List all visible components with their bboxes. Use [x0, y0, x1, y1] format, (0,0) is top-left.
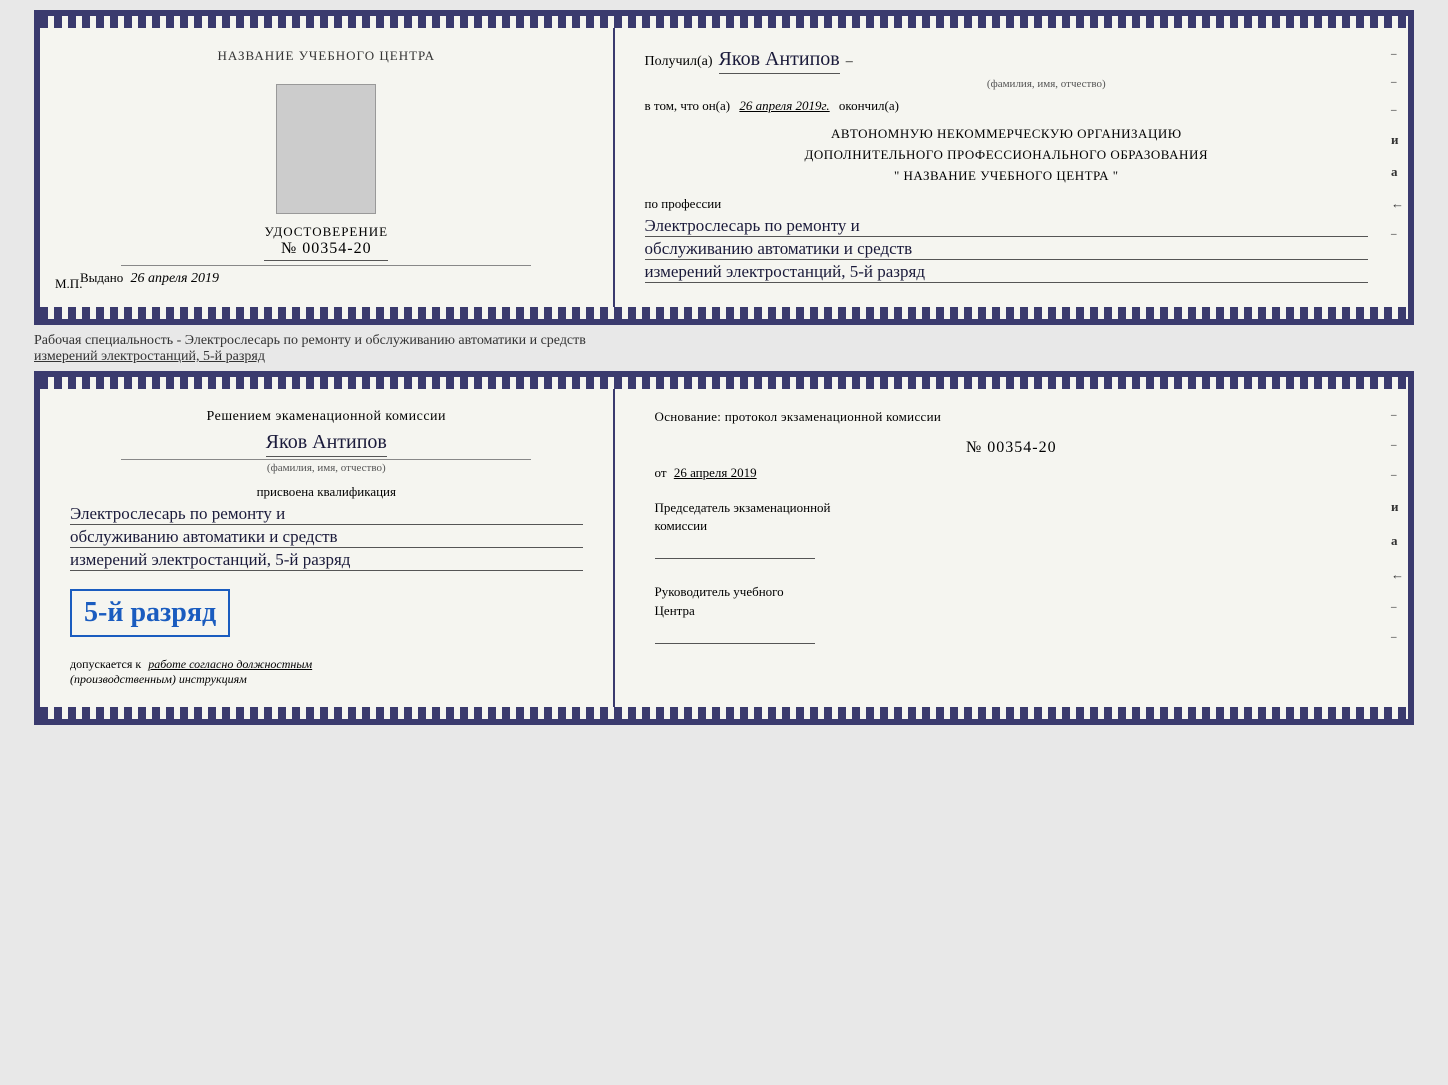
profession-line1: Электрослесарь по ремонту и [645, 216, 1368, 237]
fio-label-top: (фамилия, имя, отчество) [725, 78, 1368, 90]
допускается-text: работе согласно должностным [148, 657, 312, 671]
chairman-title: Председатель экзаменационной [655, 499, 1368, 517]
mp-label: М.П. [55, 276, 82, 292]
in-that-line: в том, что он(а) 26 апреля 2019г. окончи… [645, 98, 1368, 114]
diploma-inner: НАЗВАНИЕ УЧЕБНОГО ЦЕНТРА УДОСТОВЕРЕНИЕ №… [40, 28, 1408, 307]
recipient-name: Яков Антипов [719, 48, 840, 74]
допускается-text2: (производственным) инструкциям [70, 672, 583, 687]
side-chars-bottom: – – – и а ← – – [1391, 409, 1404, 643]
dash-separator: – [846, 54, 853, 70]
bottom-left-panel: Решением экаменационной комиссии Яков Ан… [40, 389, 615, 707]
from-date: 26 апреля 2019 [674, 465, 757, 480]
chairman-title2: комиссии [655, 517, 1368, 535]
border-bottom [40, 307, 1408, 319]
from-date-block: от 26 апреля 2019 [655, 465, 1368, 481]
side-chars-top: – – – и а ← – [1391, 48, 1404, 240]
profession-line2: обслуживанию автоматики и средств [645, 239, 1368, 260]
fio-label-bottom: (фамилия, имя, отчество) [70, 462, 583, 474]
diploma-right-panel: Получил(а) Яков Антипов – (фамилия, имя,… [615, 28, 1408, 307]
cert-number: № 00354-20 [264, 240, 388, 261]
commission-text: Решением экаменационной комиссии [70, 409, 583, 425]
org-block: АВТОНОМНУЮ НЕКОММЕРЧЕСКУЮ ОРГАНИЗАЦИЮ ДО… [645, 124, 1368, 186]
photo-placeholder [276, 84, 376, 214]
finished-label: окончил(а) [839, 98, 899, 113]
cert-number-block: УДОСТОВЕРЕНИЕ № 00354-20 [264, 224, 388, 261]
issued-line: Выдано 26 апреля 2019 [70, 270, 583, 287]
grade-box: 5-й разряд [70, 589, 230, 637]
org-name: НАЗВАНИЕ УЧЕБНОГО ЦЕНТРА [904, 168, 1109, 183]
issued-date: 26 апреля 2019 [131, 271, 219, 286]
manager-title: Руководитель учебного [655, 583, 1368, 601]
допускается-prefix: допускается к [70, 657, 141, 671]
org-quote2: " [1113, 168, 1119, 183]
org-quote1: " [894, 168, 900, 183]
bottom-right-panel: Основание: протокол экзаменационной коми… [615, 389, 1408, 707]
org-name-line: " НАЗВАНИЕ УЧЕБНОГО ЦЕНТРА " [645, 166, 1368, 187]
manager-title2: Центра [655, 602, 1368, 620]
bottom-inner: Решением экаменационной комиссии Яков Ан… [40, 389, 1408, 707]
manager-signature-line [655, 624, 815, 644]
border-bottom-bottom [40, 707, 1408, 719]
cert-label: УДОСТОВЕРЕНИЕ [264, 224, 388, 240]
qual-line1: Электрослесарь по ремонту и [70, 504, 583, 525]
from-label: от [655, 465, 667, 480]
training-center-label-top: НАЗВАНИЕ УЧЕБНОГО ЦЕНТРА [70, 48, 583, 64]
issued-label: Выдано [80, 270, 123, 285]
recipient-line: Получил(а) Яков Антипов – [645, 48, 1368, 74]
chairman-title-block: Председатель экзаменационной комиссии [655, 499, 1368, 535]
in-that-prefix: в том, что он(а) [645, 98, 731, 113]
protocol-number: № 00354-20 [655, 439, 1368, 457]
between-line2: измерений электростанций, 5-й разряд [34, 349, 1414, 365]
foundation-label: Основание: протокол экзаменационной коми… [655, 409, 1368, 425]
border-bottom-top [40, 377, 1408, 389]
qualification-prefix: присвоена квалификация [70, 484, 583, 500]
chairman-signature-line [655, 539, 815, 559]
grade-text: 5-й разряд [84, 597, 216, 628]
manager-title-block: Руководитель учебного Центра [655, 583, 1368, 619]
top-diploma: НАЗВАНИЕ УЧЕБНОГО ЦЕНТРА УДОСТОВЕРЕНИЕ №… [34, 10, 1414, 325]
допускается-line: допускается к работе согласно должностны… [70, 657, 583, 672]
bottom-diploma: Решением экаменационной комиссии Яков Ан… [34, 371, 1414, 725]
profession-prefix: по профессии [645, 196, 1368, 212]
date-completed: 26 апреля 2019г. [739, 98, 829, 113]
person-name-bottom: Яков Антипов [266, 431, 387, 457]
org-line1: АВТОНОМНУЮ НЕКОММЕРЧЕСКУЮ ОРГАНИЗАЦИЮ [645, 124, 1368, 145]
diploma-left-panel: НАЗВАНИЕ УЧЕБНОГО ЦЕНТРА УДОСТОВЕРЕНИЕ №… [40, 28, 615, 307]
received-prefix: Получил(а) [645, 54, 713, 70]
profession-line3: измерений электростанций, 5-й разряд [645, 262, 1368, 283]
between-line1: Рабочая специальность - Электрослесарь п… [34, 333, 1414, 349]
qual-line3: измерений электростанций, 5-й разряд [70, 550, 583, 571]
between-text-container: Рабочая специальность - Электрослесарь п… [34, 333, 1414, 365]
org-line2: ДОПОЛНИТЕЛЬНОГО ПРОФЕССИОНАЛЬНОГО ОБРАЗО… [645, 145, 1368, 166]
qual-line2: обслуживанию автоматики и средств [70, 527, 583, 548]
border-top [40, 16, 1408, 28]
